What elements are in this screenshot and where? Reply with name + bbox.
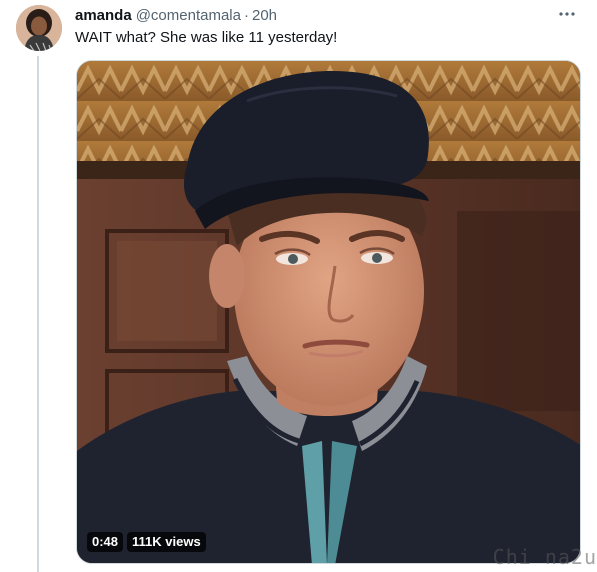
video-thumbnail <box>77 61 580 563</box>
video-views-badge: 111K views <box>127 532 206 552</box>
video-badges: 0:48 111K views <box>87 532 206 552</box>
avatar[interactable] <box>16 5 62 51</box>
user-handle[interactable]: @comentamala <box>136 7 241 24</box>
separator-dot: · <box>243 6 249 24</box>
truncated-next-text <box>75 566 155 572</box>
video-player[interactable]: 0:48 111K views <box>76 60 581 564</box>
watermark: Chi na2u <box>492 545 597 569</box>
avatar-image <box>16 5 62 51</box>
tweet-text: WAIT what? She was like 11 yesterday! <box>75 29 338 46</box>
timestamp[interactable]: 20h <box>252 7 277 24</box>
thread-line <box>37 56 39 572</box>
more-options-button[interactable] <box>555 4 579 24</box>
display-name[interactable]: amanda <box>75 7 132 24</box>
tweet-header: amanda @comentamala · 20h <box>75 5 277 25</box>
more-horizontal-icon <box>559 12 575 16</box>
tweet[interactable]: amanda @comentamala · 20h WAIT what? She… <box>0 0 597 572</box>
video-duration-badge: 0:48 <box>87 532 124 552</box>
